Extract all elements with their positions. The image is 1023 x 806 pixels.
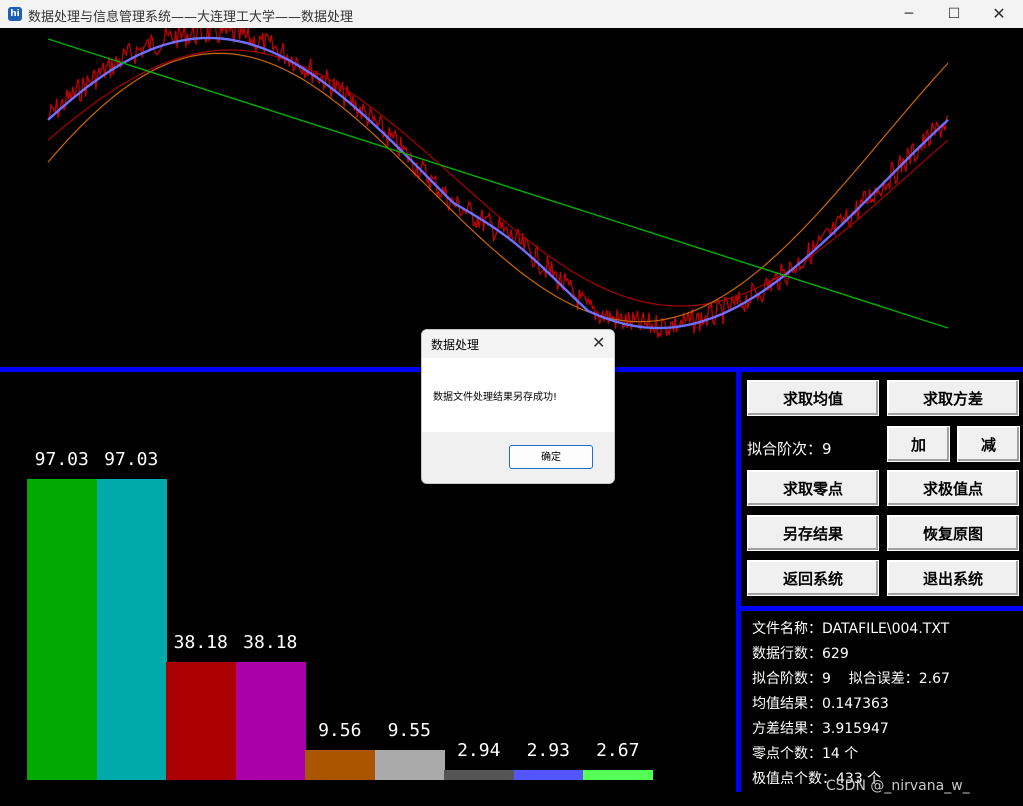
zero-count-info: 零点个数：14 个 [752, 746, 859, 762]
exit-button[interactable]: 退出系统 [887, 560, 1019, 596]
fit-info-row: 拟合阶数：9 拟合误差：2.67 [752, 667, 950, 692]
subtract-button[interactable]: 减 [957, 426, 1020, 462]
bar-7 [444, 770, 514, 780]
variance-button[interactable]: 求取方差 [887, 380, 1019, 416]
fit-order-info: 拟合阶数：9 [752, 671, 831, 687]
bar-5 [305, 750, 375, 780]
save-result-button[interactable]: 另存结果 [747, 515, 879, 551]
bar-label-9: 2.67 [596, 740, 640, 761]
row-count-info: 数据行数：629 [752, 646, 849, 662]
dialog-footer: 确定 [422, 432, 614, 483]
fit-line-green [47, 38, 949, 329]
restore-button[interactable]: 恢复原图 [887, 515, 1019, 551]
extrema-button[interactable]: 求极值点 [887, 470, 1019, 506]
bar-8 [513, 770, 584, 780]
file-name-info: 文件名称：DATAFILE\004.TXT [752, 621, 950, 637]
bar-label-6: 9.55 [387, 720, 431, 742]
bar-label-2: 97.03 [104, 449, 159, 470]
dialog-close-icon[interactable]: ✕ [592, 333, 605, 352]
close-button[interactable]: ✕ [976, 0, 1022, 28]
dialog-titlebar: 数据处理 ✕ [422, 330, 614, 358]
bar-chart: 97.03 97.03 38.18 38.18 9.56 9.55 2.94 2.93 2.67 [0, 370, 736, 806]
message-dialog: 数据处理 ✕ 数据文件处理结果另存成功! 确定 [421, 329, 615, 484]
bar-2 [96, 479, 167, 780]
bar-label-4: 38.18 [243, 631, 298, 653]
bar-1 [27, 479, 97, 780]
info-panel: 文件名称：DATAFILE\004.TXT 数据行数：629 拟合阶数：9 拟合… [752, 617, 950, 792]
bar-3 [166, 661, 236, 780]
fit-error-info: 拟合误差：2.67 [848, 671, 950, 687]
fit-curve-orange [47, 52, 949, 323]
title-bar: hi 数据处理与信息管理系统——大连理工大学——数据处理 ─ ☐ ✕ [0, 0, 1023, 28]
ok-button[interactable]: 确定 [509, 445, 593, 469]
dialog-message: 数据文件处理结果另存成功! [433, 392, 558, 403]
window-title: 数据处理与信息管理系统——大连理工大学——数据处理 [28, 10, 354, 25]
mean-button[interactable]: 求取均值 [747, 380, 879, 416]
mean-result-info: 均值结果：0.147363 [752, 696, 889, 712]
add-button[interactable]: 加 [887, 426, 950, 462]
fit-curve-dark-red [47, 49, 949, 307]
bar-9 [583, 770, 653, 780]
zeros-button[interactable]: 求取零点 [747, 470, 879, 506]
dialog-title: 数据处理 [431, 338, 480, 352]
minimize-button[interactable]: ─ [886, 0, 932, 28]
fit-order-label: 拟合阶次：9 [747, 440, 832, 458]
variance-result-info: 方差结果：3.915947 [752, 721, 889, 737]
app-icon: hi [8, 7, 22, 21]
maximize-button[interactable]: ☐ [931, 0, 977, 28]
watermark: CSDN @_nirvana_w_ [826, 778, 970, 794]
back-button[interactable]: 返回系统 [747, 560, 879, 596]
